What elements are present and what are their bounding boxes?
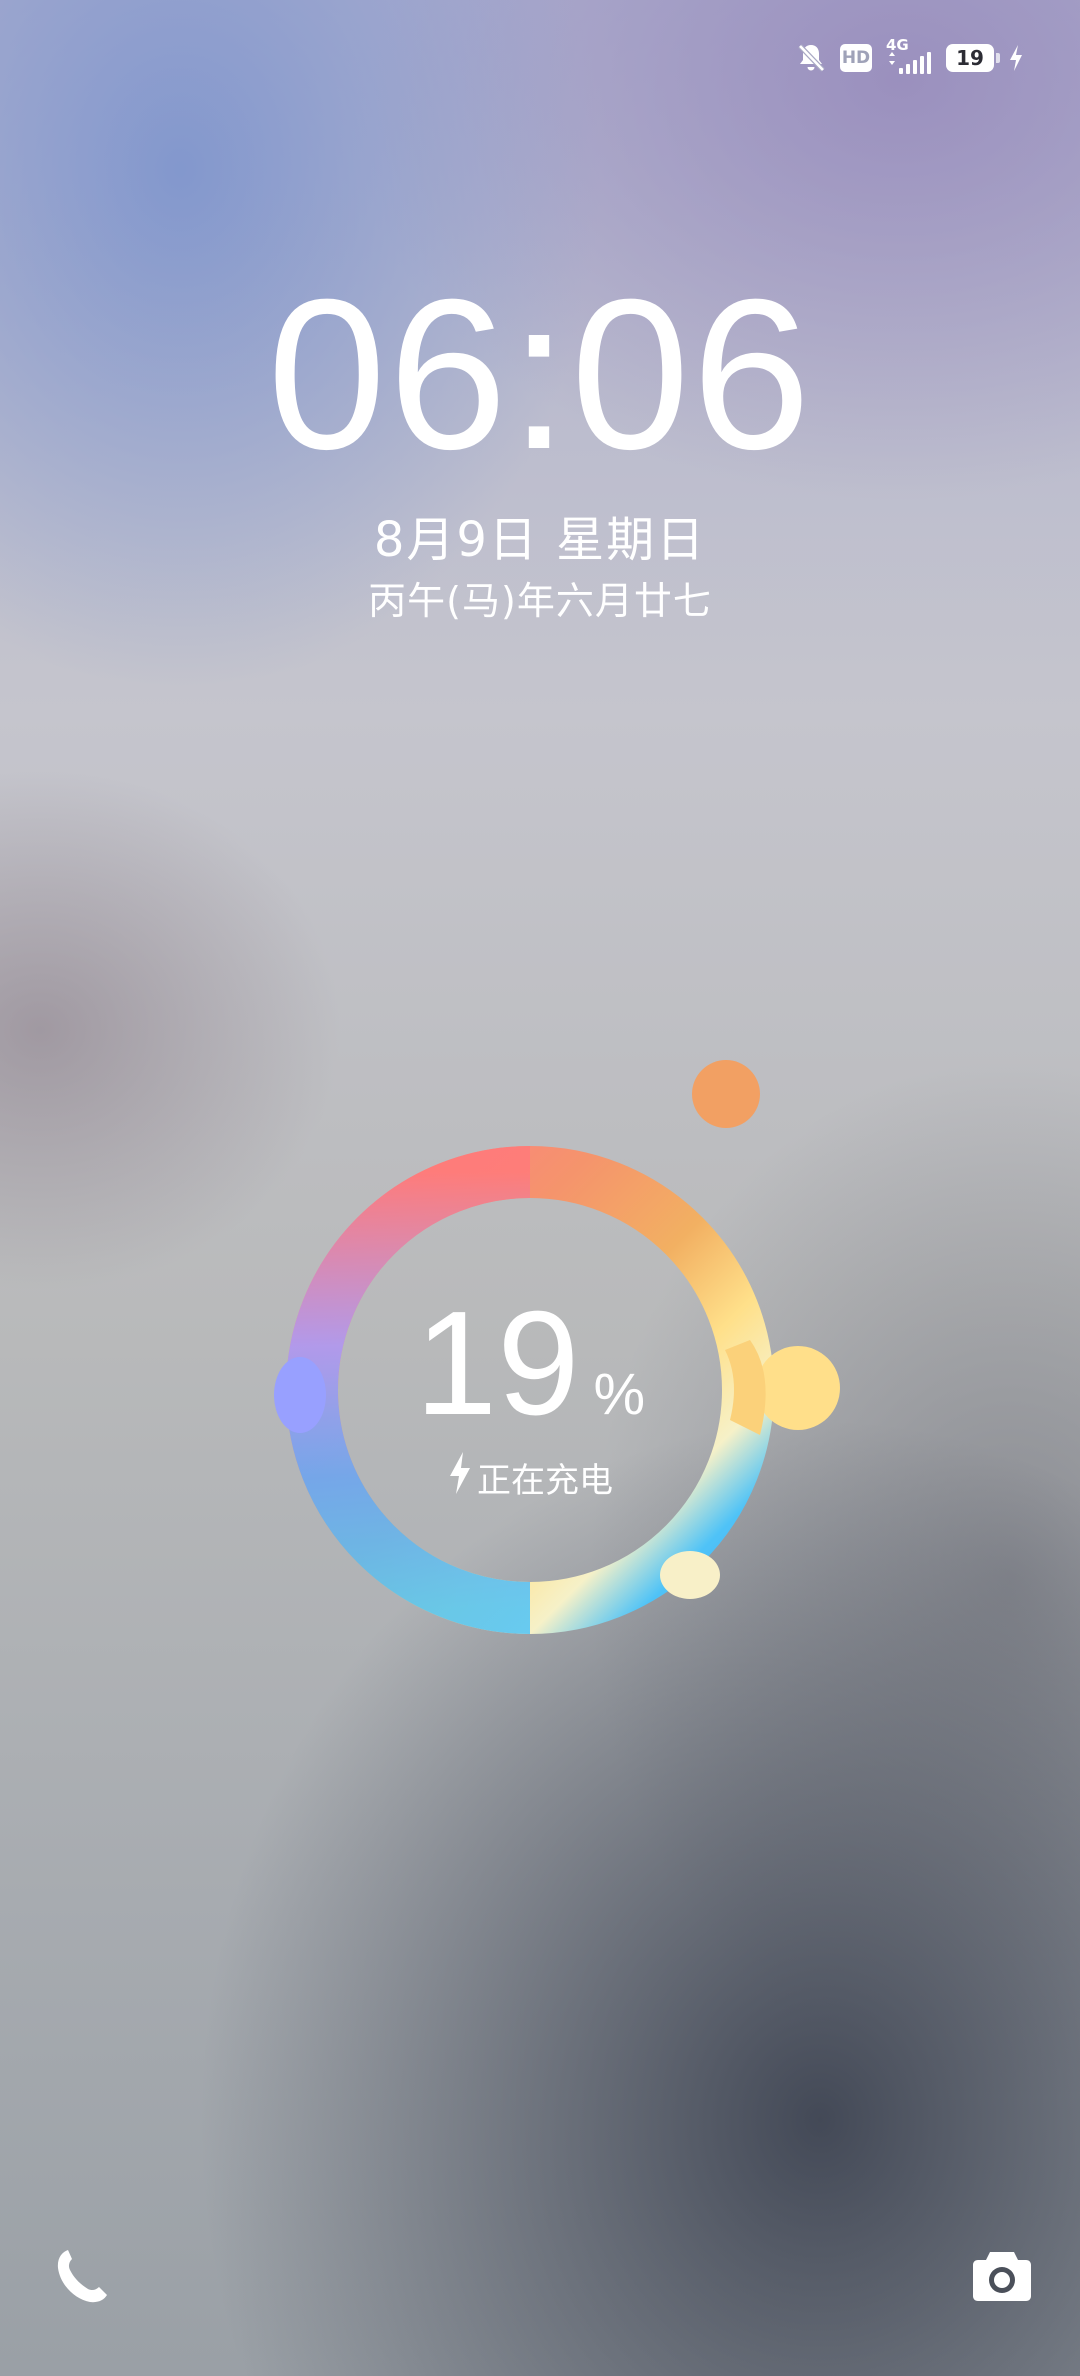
charging-widget: 19% 正在充电 xyxy=(260,1040,860,1660)
phone-icon xyxy=(57,2250,107,2303)
status-bar: HD 4G 19 xyxy=(796,36,1024,80)
camera-shortcut-button[interactable] xyxy=(962,2236,1042,2316)
charging-status: 正在充电 xyxy=(260,1450,800,1505)
charge-percent-sign: % xyxy=(593,1362,646,1427)
battery-icon: 19 xyxy=(946,44,1000,72)
charging-status-text: 正在充电 xyxy=(477,1461,613,1501)
hd-icon: HD xyxy=(840,44,872,72)
phone-shortcut-button[interactable] xyxy=(42,2236,122,2316)
charge-percent: 19% xyxy=(260,1290,800,1438)
lunar-date-text: 丙午(马)年六月廿七 xyxy=(368,579,712,623)
date-text: 8月9日 星期日 xyxy=(373,512,707,568)
ring-lower-blob xyxy=(660,1551,720,1599)
charge-percent-number: 19 xyxy=(414,1281,580,1446)
battery-level: 19 xyxy=(956,46,984,70)
lock-clock: 06:06 xyxy=(267,255,813,494)
charging-bolt-icon xyxy=(1008,44,1024,72)
charging-bolt-icon xyxy=(447,1450,473,1505)
bell-off-icon xyxy=(796,42,826,74)
signal-4g-icon: 4G xyxy=(886,36,932,76)
camera-icon xyxy=(973,2252,1031,2301)
floating-bubble xyxy=(692,1060,760,1128)
